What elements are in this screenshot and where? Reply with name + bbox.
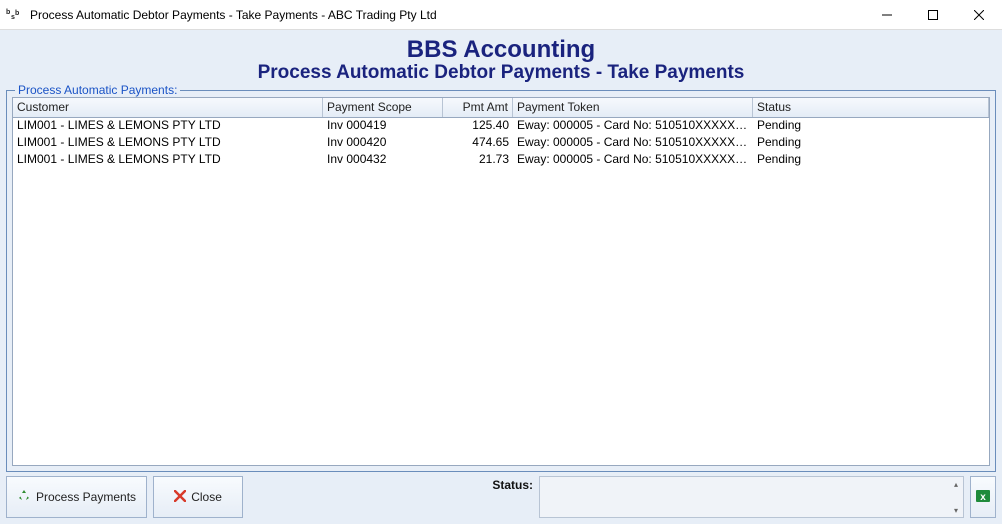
footer: Process Payments Close Status: ▴ ▾ x — [6, 476, 996, 518]
cell-amount: 125.40 — [443, 118, 513, 135]
window-title: Process Automatic Debtor Payments - Take… — [28, 8, 864, 22]
cell-status: Pending — [753, 118, 989, 135]
cell-customer: LIM001 - LIMES & LEMONS PTY LTD — [13, 135, 323, 152]
cell-scope: Inv 000420 — [323, 135, 443, 152]
process-payments-button[interactable]: Process Payments — [6, 476, 147, 518]
cell-scope: Inv 000419 — [323, 118, 443, 135]
col-header-scope[interactable]: Payment Scope — [323, 98, 443, 117]
recycle-icon — [17, 489, 31, 506]
page-title: Process Automatic Debtor Payments - Take… — [6, 62, 996, 84]
close-button[interactable]: Close — [153, 476, 243, 518]
close-label: Close — [191, 490, 222, 504]
table-row[interactable]: LIM001 - LIMES & LEMONS PTY LTD Inv 0004… — [13, 135, 989, 152]
cell-amount: 21.73 — [443, 152, 513, 169]
process-payments-label: Process Payments — [36, 490, 136, 504]
status-textbox[interactable]: ▴ ▾ — [539, 476, 964, 518]
grid-body: LIM001 - LIMES & LEMONS PTY LTD Inv 0004… — [13, 118, 989, 465]
cell-scope: Inv 000432 — [323, 152, 443, 169]
svg-text:x: x — [980, 492, 986, 503]
payments-groupbox: Process Automatic Payments: Customer Pay… — [6, 90, 996, 472]
table-row[interactable]: LIM001 - LIMES & LEMONS PTY LTD Inv 0004… — [13, 152, 989, 169]
close-window-button[interactable] — [956, 0, 1002, 30]
payments-grid[interactable]: Customer Payment Scope Pmt Amt Payment T… — [12, 97, 990, 466]
excel-icon: x — [975, 488, 991, 507]
table-row[interactable]: LIM001 - LIMES & LEMONS PTY LTD Inv 0004… — [13, 118, 989, 135]
maximize-button[interactable] — [910, 0, 956, 30]
close-icon — [174, 490, 186, 505]
col-header-token[interactable]: Payment Token — [513, 98, 753, 117]
export-excel-button[interactable]: x — [970, 476, 996, 518]
col-header-status[interactable]: Status — [753, 98, 989, 117]
svg-text:b: b — [6, 9, 10, 16]
cell-token: Eway: 000005 - Card No: 510510XXXXXX5... — [513, 135, 753, 152]
cell-status: Pending — [753, 135, 989, 152]
scroll-up-icon[interactable]: ▴ — [950, 478, 962, 490]
cell-customer: LIM001 - LIMES & LEMONS PTY LTD — [13, 152, 323, 169]
client-area: BBS Accounting Process Automatic Debtor … — [0, 30, 1002, 524]
grid-header: Customer Payment Scope Pmt Amt Payment T… — [13, 98, 989, 118]
cell-customer: LIM001 - LIMES & LEMONS PTY LTD — [13, 118, 323, 135]
groupbox-legend: Process Automatic Payments: — [15, 83, 180, 97]
cell-token: Eway: 000005 - Card No: 510510XXXXXX5... — [513, 118, 753, 135]
app-title: BBS Accounting — [6, 38, 996, 62]
col-header-amount[interactable]: Pmt Amt — [443, 98, 513, 117]
titlebar: b s b Process Automatic Debtor Payments … — [0, 0, 1002, 30]
status-label: Status: — [249, 476, 539, 492]
status-area: Status: ▴ ▾ — [249, 476, 964, 518]
minimize-button[interactable] — [864, 0, 910, 30]
cell-token: Eway: 000005 - Card No: 510510XXXXXX5... — [513, 152, 753, 169]
svg-text:b: b — [15, 10, 19, 17]
scroll-down-icon[interactable]: ▾ — [950, 504, 962, 516]
cell-status: Pending — [753, 152, 989, 169]
app-icon: b s b — [6, 7, 22, 23]
cell-amount: 474.65 — [443, 135, 513, 152]
col-header-customer[interactable]: Customer — [13, 98, 323, 117]
